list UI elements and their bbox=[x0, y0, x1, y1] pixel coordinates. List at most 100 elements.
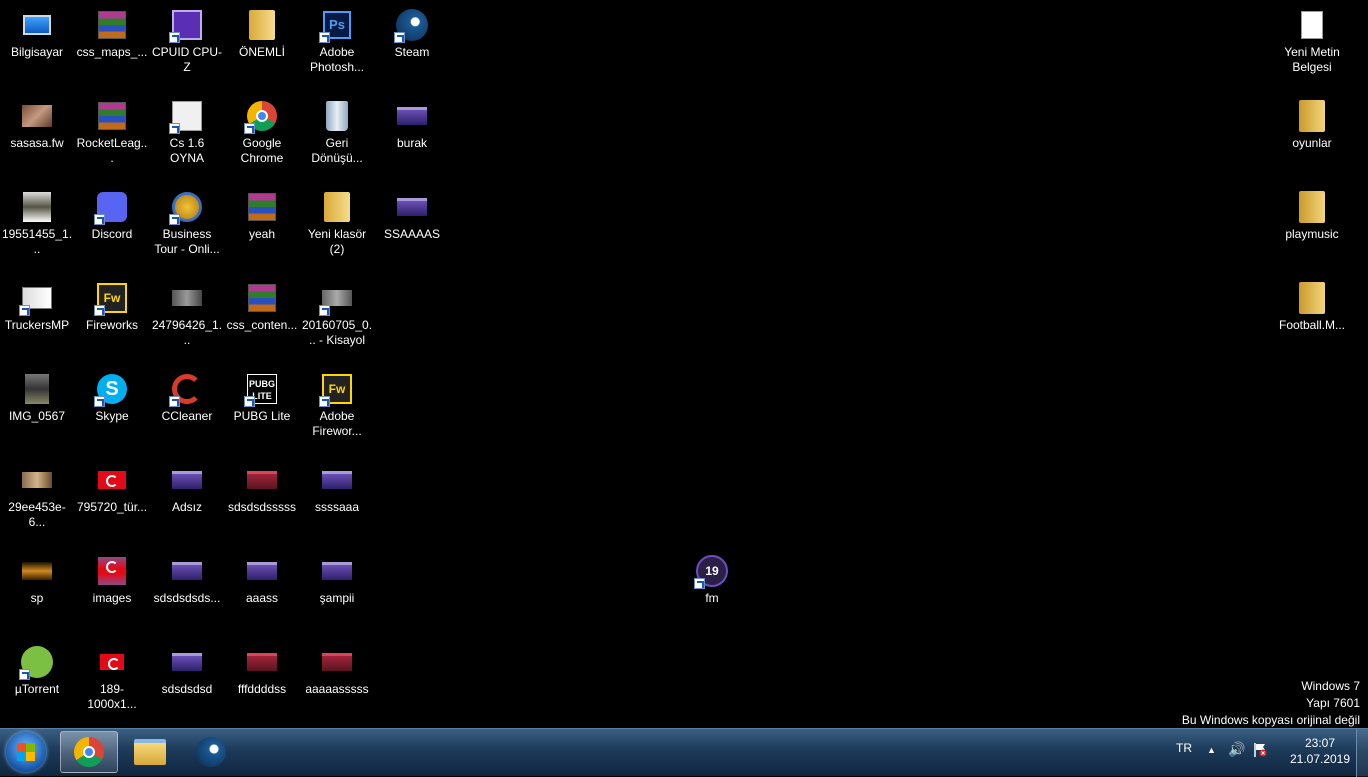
folder-icon bbox=[1299, 191, 1325, 223]
desktop-icon-sdsdsdsds[interactable]: sdsdsdsds... bbox=[149, 549, 225, 606]
image-file-icon bbox=[22, 562, 52, 580]
desktop-icon-utorrent[interactable]: µTorrent bbox=[0, 640, 75, 697]
desktop-icon-fireworks[interactable]: Fw Fireworks bbox=[74, 276, 150, 333]
desktop-icon-css-maps[interactable]: css_maps_... bbox=[74, 3, 150, 60]
windows-activation-watermark: Windows 7 Yapı 7601 Bu Windows kopyası o… bbox=[1182, 678, 1360, 729]
desktop-icon-ssaaaas[interactable]: SSAAAAS bbox=[374, 185, 450, 242]
image-file-icon bbox=[322, 471, 352, 489]
image-file-icon bbox=[397, 198, 427, 216]
shortcut-arrow-icon bbox=[94, 305, 105, 316]
desktop-icon-aaaaasssss[interactable]: aaaaasssss bbox=[299, 640, 375, 697]
shortcut-arrow-icon bbox=[19, 669, 30, 680]
chrome-icon bbox=[74, 737, 104, 767]
winrar-archive-icon bbox=[248, 193, 276, 221]
watermark-os-name: Windows 7 bbox=[1301, 679, 1360, 693]
language-indicator[interactable]: TR bbox=[1176, 741, 1192, 755]
start-button[interactable] bbox=[6, 732, 46, 772]
desktop-icon-css-content[interactable]: css_conten... bbox=[224, 276, 300, 333]
turkish-flag-image-icon bbox=[100, 654, 124, 670]
desktop-icon-geri-donusum[interactable]: Geri Dönüşü... bbox=[299, 94, 375, 166]
clock-date: 21.07.2019 bbox=[1289, 752, 1351, 766]
action-center-flag-icon[interactable] bbox=[1253, 742, 1267, 761]
shortcut-arrow-icon bbox=[169, 32, 180, 43]
image-file-icon bbox=[322, 653, 352, 671]
clock-time: 23:07 bbox=[1304, 736, 1336, 750]
shortcut-arrow-icon bbox=[169, 214, 180, 225]
shortcut-arrow-icon bbox=[169, 396, 180, 407]
turkish-flag-image-icon bbox=[98, 557, 126, 585]
desktop-icon-discord[interactable]: Discord bbox=[74, 185, 150, 242]
desktop-icon-steam[interactable]: Steam bbox=[374, 3, 450, 60]
winrar-archive-icon bbox=[98, 102, 126, 130]
show-hidden-icons-icon[interactable]: ▲ bbox=[1207, 745, 1216, 755]
desktop-icon-cs16[interactable]: Cs 1.6 OYNA bbox=[149, 94, 225, 166]
desktop-icon-19551455[interactable]: 19551455_1... bbox=[0, 185, 75, 257]
image-file-icon bbox=[172, 471, 202, 489]
desktop-icon-adobe-photoshop[interactable]: Ps Adobe Photosh... bbox=[299, 3, 375, 75]
desktop-icon-football-m[interactable]: Football.M... bbox=[1274, 276, 1350, 333]
image-file-icon bbox=[172, 562, 202, 580]
desktop-icon-aaass[interactable]: aaass bbox=[224, 549, 300, 606]
shortcut-arrow-icon bbox=[19, 305, 30, 316]
desktop-icon-bilgisayar[interactable]: Bilgisayar bbox=[0, 3, 75, 60]
image-file-icon bbox=[172, 653, 202, 671]
image-file-icon bbox=[322, 562, 352, 580]
desktop-icon-google-chrome[interactable]: Google Chrome bbox=[224, 94, 300, 166]
desktop-icon-onemli[interactable]: ÖNEMLİ bbox=[224, 3, 300, 60]
winrar-archive-icon bbox=[98, 11, 126, 39]
desktop-icon-images[interactable]: images bbox=[74, 549, 150, 606]
desktop-icon-pubg-lite[interactable]: PUBG LITE PUBG Lite bbox=[224, 367, 300, 424]
watermark-not-genuine: Bu Windows kopyası orijinal değil bbox=[1181, 713, 1360, 727]
shortcut-arrow-icon bbox=[169, 123, 180, 134]
desktop-icon-189-1000x1[interactable]: 189-1000x1... bbox=[74, 640, 150, 712]
desktop-icon-business-tour[interactable]: Business Tour - Onli... bbox=[149, 185, 225, 257]
desktop-icon-yeni-metin-belgesi[interactable]: Yeni Metin Belgesi bbox=[1274, 3, 1350, 75]
desktop-icon-oyunlar[interactable]: oyunlar bbox=[1274, 94, 1350, 151]
shortcut-arrow-icon bbox=[319, 32, 330, 43]
desktop-icon-fm[interactable]: 19 fm bbox=[674, 549, 750, 606]
recycle-bin-icon bbox=[326, 101, 348, 131]
taskbar: TR ▲ 🔊 23:07 21.07.2019 bbox=[0, 728, 1368, 777]
desktop-icon-24796426[interactable]: 24796426_1... bbox=[149, 276, 225, 348]
watermark-build: Yapı 7601 bbox=[1306, 696, 1360, 710]
shortcut-arrow-icon bbox=[694, 578, 705, 589]
image-file-icon bbox=[397, 107, 427, 125]
desktop-icon-795720[interactable]: 795720_tür... bbox=[74, 458, 150, 515]
system-clock[interactable]: 23:07 21.07.2019 bbox=[1282, 735, 1358, 767]
desktop-icon-ccleaner[interactable]: CCleaner bbox=[149, 367, 225, 424]
desktop-icon-sdsdsdsssss[interactable]: sdsdsdsssss bbox=[224, 458, 300, 515]
image-file-icon bbox=[247, 653, 277, 671]
desktop-icon-yeah[interactable]: yeah bbox=[224, 185, 300, 242]
desktop-icon-sp[interactable]: sp bbox=[0, 549, 75, 606]
desktop-icon-rocketleague[interactable]: RocketLeag... bbox=[74, 94, 150, 166]
desktop-icon-yeni-klasor-2[interactable]: Yeni klasör (2) bbox=[299, 185, 375, 257]
desktop-icon-burak[interactable]: burak bbox=[374, 94, 450, 151]
shortcut-arrow-icon bbox=[394, 32, 405, 43]
desktop-icon-cpuz[interactable]: CPUID CPU-Z bbox=[149, 3, 225, 75]
desktop-icon-img-0567[interactable]: IMG_0567 bbox=[0, 367, 75, 424]
desktop-icon-adsiz[interactable]: Adsız bbox=[149, 458, 225, 515]
taskbar-explorer-button[interactable] bbox=[121, 731, 179, 773]
desktop[interactable]: Bilgisayar sasasa.fw 19551455_1... Truck… bbox=[0, 0, 1368, 728]
desktop-icon-20160705-kisayol[interactable]: 20160705_0... - Kisayol bbox=[299, 276, 375, 348]
desktop-icon-sampii[interactable]: şampii bbox=[299, 549, 375, 606]
show-desktop-button[interactable] bbox=[1356, 729, 1368, 777]
desktop-icon-skype[interactable]: S Skype bbox=[74, 367, 150, 424]
desktop-icon-29ee453e[interactable]: 29ee453e-6... bbox=[0, 458, 75, 530]
desktop-icon-adobe-fireworks[interactable]: Fw Adobe Firewor... bbox=[299, 367, 375, 439]
steam-icon bbox=[196, 737, 226, 767]
desktop-icon-sdsdsdsd[interactable]: sdsdsdsd bbox=[149, 640, 225, 697]
image-file-icon bbox=[247, 471, 277, 489]
shortcut-arrow-icon bbox=[94, 396, 105, 407]
desktop-icon-playmusic[interactable]: playmusic bbox=[1274, 185, 1350, 242]
desktop-icon-fffddddss[interactable]: fffddddss bbox=[224, 640, 300, 697]
desktop-icon-ssssaaa[interactable]: ssssaaa bbox=[299, 458, 375, 515]
taskbar-chrome-button[interactable] bbox=[60, 731, 118, 773]
desktop-icon-sasasa[interactable]: sasasa.fw bbox=[0, 94, 75, 151]
image-file-icon bbox=[25, 374, 49, 404]
volume-icon[interactable]: 🔊 bbox=[1228, 741, 1245, 758]
desktop-icon-truckersmp[interactable]: TruckersMP bbox=[0, 276, 75, 333]
taskbar-steam-button[interactable] bbox=[182, 731, 240, 773]
image-file-icon bbox=[23, 192, 51, 222]
turkish-flag-image-icon bbox=[98, 471, 126, 489]
